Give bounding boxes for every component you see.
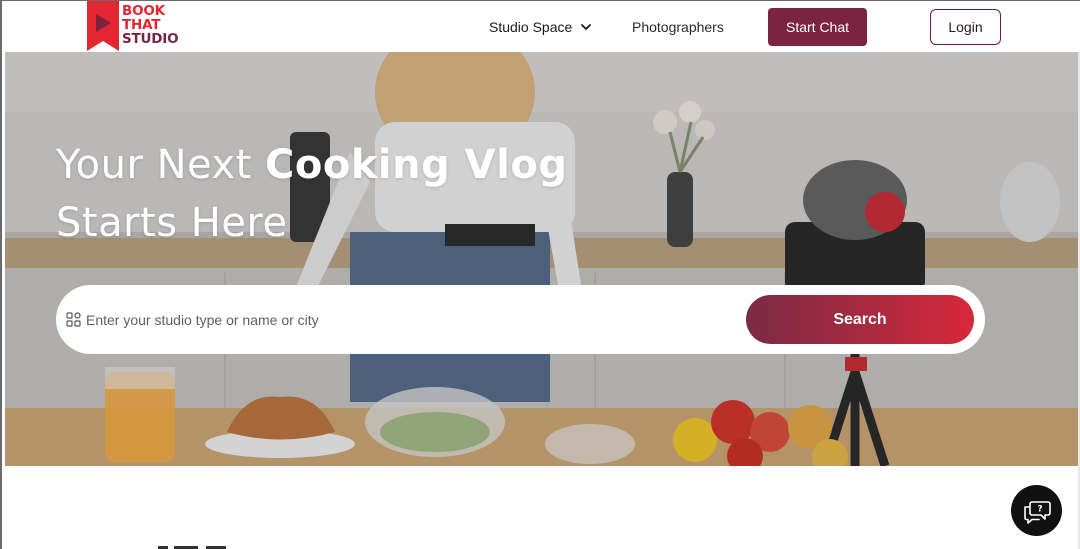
hero-overlay — [5, 52, 1080, 466]
section-heading-partial — [158, 546, 226, 549]
studio-search-bar: Search — [56, 285, 985, 354]
logo-wordmark: BOOK THAT STUDIO — [122, 3, 179, 47]
logo-line-1: BOOK — [122, 3, 165, 19]
help-chat-icon: ? — [1023, 500, 1051, 524]
search-button[interactable]: Search — [746, 295, 974, 344]
hero-headline-line-1: Your Next Cooking Vlog — [56, 136, 567, 194]
studio-search-input[interactable] — [86, 307, 686, 332]
start-chat-button[interactable]: Start Chat — [768, 8, 867, 46]
logo-line-2: THAT — [122, 17, 161, 33]
hero-banner: Your Next Cooking Vlog Starts Here Searc… — [5, 52, 1080, 466]
grid-icon — [66, 312, 81, 327]
logo-mark-icon — [87, 1, 119, 51]
help-chat-button[interactable]: ? — [1011, 485, 1062, 536]
brand-logo[interactable]: BOOK THAT STUDIO — [87, 1, 187, 52]
svg-text:?: ? — [1037, 504, 1042, 514]
nav-studio-space-label: Studio Space — [489, 18, 573, 35]
nav-photographers[interactable]: Photographers — [632, 1, 724, 52]
hero-headline-line-2: Starts Here — [56, 200, 288, 246]
site-header: BOOK THAT STUDIO Studio Space Photograph… — [2, 1, 1080, 52]
login-button[interactable]: Login — [930, 9, 1001, 45]
hero-headline-prefix: Your Next — [56, 142, 266, 188]
nav-studio-space[interactable]: Studio Space — [489, 1, 592, 52]
chevron-down-icon — [581, 23, 592, 30]
hero-headline: Your Next Cooking Vlog Starts Here — [56, 136, 567, 252]
hero-headline-emphasis: Cooking Vlog — [265, 142, 568, 188]
logo-line-3: STUDIO — [122, 31, 179, 47]
